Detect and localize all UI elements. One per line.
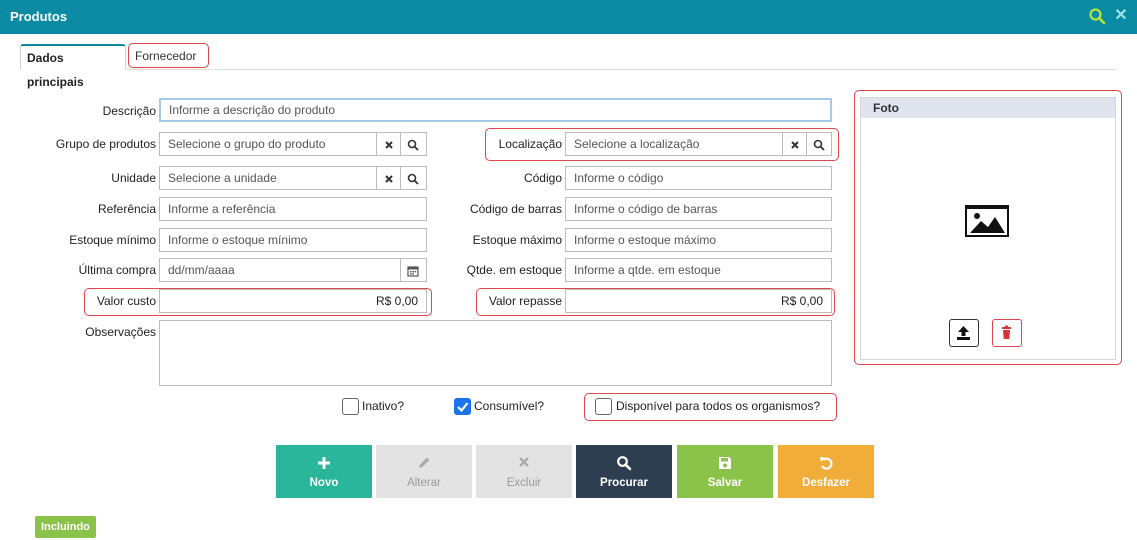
check-icon: [457, 402, 469, 413]
search-icon[interactable]: [400, 133, 424, 155]
observacoes-textarea[interactable]: [159, 320, 832, 386]
novo-button[interactable]: Novo: [276, 445, 372, 498]
close-icon[interactable]: ✕: [1112, 7, 1130, 25]
search-icon[interactable]: [400, 167, 424, 189]
grupo-select[interactable]: Selecione o grupo do produto: [159, 132, 427, 156]
codigo-barras-input[interactable]: Informe o código de barras: [565, 197, 832, 221]
search-icon[interactable]: [1088, 7, 1106, 25]
observacoes-label: Observações: [85, 325, 156, 339]
pencil-icon: [376, 455, 472, 475]
estoque-maximo-label: Estoque máximo: [472, 233, 562, 247]
ultima-compra-input[interactable]: dd/mm/aaaa: [159, 258, 427, 282]
plus-icon: [276, 455, 372, 475]
qtde-estoque-input[interactable]: Informe a qtde. em estoque: [565, 258, 832, 282]
disponivel-checkbox[interactable]: [595, 398, 612, 415]
referencia-input[interactable]: Informe a referência: [159, 197, 427, 221]
codigo-input[interactable]: Informe o código: [565, 166, 832, 190]
grupo-placeholder: Selecione o grupo do produto: [168, 137, 326, 151]
codigo-label: Código: [523, 171, 562, 185]
codigo-barras-label: Código de barras: [469, 202, 562, 216]
tab-fornecedor[interactable]: Fornecedor: [128, 43, 209, 68]
localizacao-select[interactable]: Selecione a localização: [565, 132, 832, 156]
status-badge: Incluindo: [35, 516, 96, 538]
localizacao-placeholder: Selecione a localização: [574, 137, 700, 151]
procurar-button[interactable]: Procurar: [576, 445, 672, 498]
salvar-button[interactable]: Salvar: [677, 445, 773, 498]
alterar-label: Alterar: [407, 477, 441, 489]
x-icon: [476, 455, 572, 475]
inativo-label: Inativo?: [362, 399, 405, 413]
undo-icon: [778, 455, 874, 475]
valor-custo-label: Valor custo: [96, 294, 156, 308]
foto-header: Foto: [861, 98, 1115, 118]
clear-icon[interactable]: [782, 133, 806, 155]
procurar-label: Procurar: [600, 477, 648, 489]
unidade-select[interactable]: Selecione a unidade: [159, 166, 427, 190]
foto-panel: Foto: [860, 97, 1116, 360]
grupo-label: Grupo de produtos: [55, 137, 156, 151]
novo-label: Novo: [309, 477, 339, 489]
alterar-button[interactable]: Alterar: [376, 445, 472, 498]
estoque-minimo-label: Estoque mínimo: [69, 233, 156, 247]
salvar-label: Salvar: [707, 477, 743, 489]
unidade-placeholder: Selecione a unidade: [168, 171, 277, 185]
trash-icon[interactable]: [992, 319, 1022, 347]
save-icon: [677, 455, 773, 475]
descricao-label: Descrição: [102, 104, 156, 118]
image-placeholder-icon: [965, 205, 1009, 240]
tabs-divider: [20, 69, 1117, 70]
search-icon[interactable]: [806, 133, 830, 155]
search-icon: [576, 455, 672, 475]
qtde-estoque-label: Qtde. em estoque: [466, 263, 562, 277]
clear-icon[interactable]: [376, 133, 400, 155]
consumivel-checkbox[interactable]: [454, 398, 471, 415]
valor-custo-input[interactable]: R$ 0,00: [159, 289, 427, 313]
estoque-minimo-input[interactable]: Informe o estoque mínimo: [159, 228, 427, 252]
disponivel-label: Disponível para todos os organismos?: [616, 399, 821, 413]
consumivel-label: Consumível?: [474, 399, 545, 413]
window-titlebar: Produtos ✕: [0, 0, 1137, 34]
unidade-label: Unidade: [111, 171, 156, 185]
referencia-label: Referência: [97, 202, 156, 216]
excluir-label: Excluir: [506, 477, 542, 489]
estoque-maximo-input[interactable]: Informe o estoque máximo: [565, 228, 832, 252]
clear-icon[interactable]: [376, 167, 400, 189]
ultima-compra-label: Última compra: [78, 263, 156, 277]
ultima-compra-placeholder: dd/mm/aaaa: [168, 263, 235, 277]
descricao-input[interactable]: Informe a descrição do produto: [159, 98, 832, 122]
desfazer-label: Desfazer: [802, 477, 850, 489]
valor-repasse-label: Valor repasse: [488, 294, 562, 308]
valor-repasse-input[interactable]: R$ 0,00: [565, 289, 832, 313]
inativo-checkbox[interactable]: [342, 398, 359, 415]
upload-icon[interactable]: [949, 319, 979, 347]
tab-dados-principais[interactable]: Dados principais: [20, 44, 126, 89]
desfazer-button[interactable]: Desfazer: [778, 445, 874, 498]
window-title: Produtos: [10, 9, 68, 24]
excluir-button[interactable]: Excluir: [476, 445, 572, 498]
calendar-icon[interactable]: [400, 259, 424, 281]
localizacao-label: Localização: [498, 137, 562, 151]
